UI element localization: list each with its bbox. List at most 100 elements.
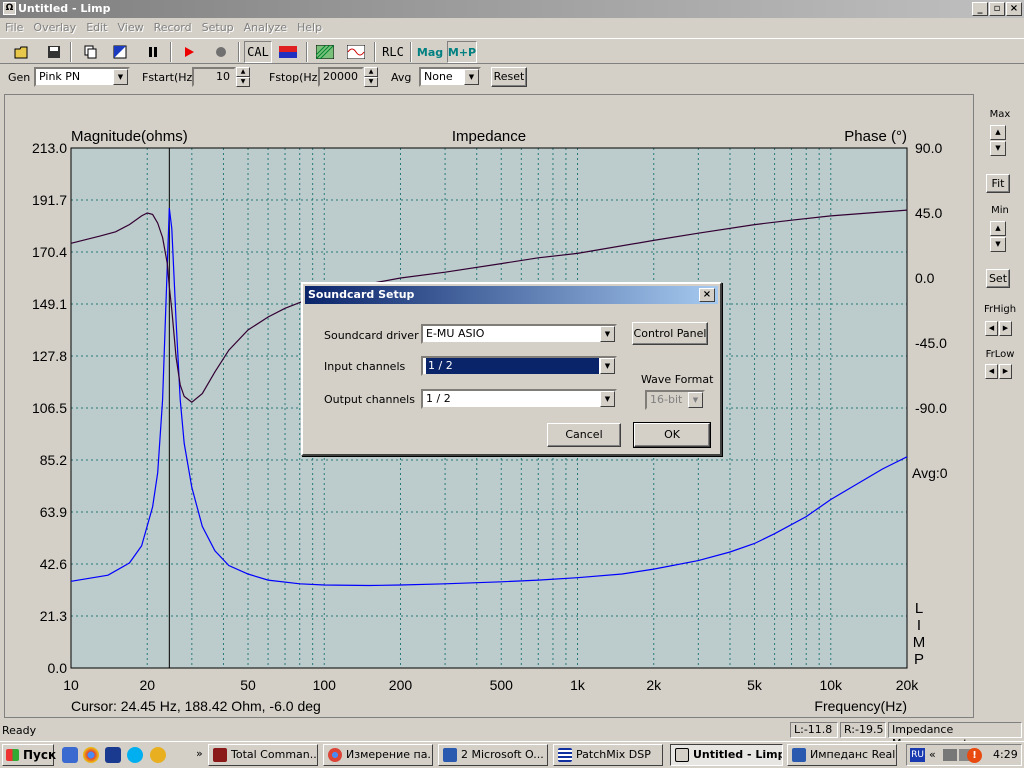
menu-view[interactable]: View [113, 19, 149, 37]
avg-select[interactable]: None ▼ [419, 67, 481, 87]
mag-button[interactable]: Mag [416, 41, 444, 63]
dialog-title-bar: Soundcard Setup × [305, 286, 718, 304]
output-channels-select[interactable]: 1 / 2 ▼ [421, 389, 617, 409]
reset-button[interactable]: Reset [491, 67, 527, 87]
restore-button[interactable]: ▫ [989, 2, 1005, 16]
task-word-impedance[interactable]: Импеданс Real... [787, 744, 897, 766]
dropdown-arrow-icon: ▼ [113, 69, 128, 85]
frhigh-right-button[interactable]: ▶ [999, 321, 1012, 336]
x-axis-title: Frequency(Hz) [814, 698, 907, 714]
driver-label: Soundcard driver [324, 329, 419, 342]
minimize-button[interactable]: _ [972, 2, 988, 16]
menu-overlay[interactable]: Overlay [28, 19, 81, 37]
chrome-icon[interactable] [83, 747, 99, 763]
play-button[interactable] [177, 41, 201, 63]
save-button[interactable] [42, 41, 66, 63]
menu-help[interactable]: Help [292, 19, 327, 37]
ok-button[interactable]: OK [633, 422, 711, 448]
pause-icon [149, 47, 157, 57]
start-button[interactable]: Пуск [2, 744, 56, 766]
max-label: Max [989, 109, 1011, 120]
status-bar: Ready L:-11.8 R:-19.5 Impedance Measurem… [0, 721, 1024, 750]
y2-tick-label: -45.0 [915, 335, 947, 351]
menu-analyze[interactable]: Analyze [239, 19, 292, 37]
tray-chevron-icon[interactable]: « [929, 748, 936, 761]
brand-letter: M [913, 634, 926, 651]
control-panel-button[interactable]: Control Panel [632, 322, 708, 345]
max-down-button[interactable]: ▼ [990, 141, 1006, 156]
word-icon [792, 748, 806, 762]
alert-icon[interactable]: ! [967, 748, 982, 763]
frlow-right-button[interactable]: ▶ [999, 364, 1012, 379]
wave-button[interactable] [344, 41, 368, 63]
fit-button[interactable]: Fit [986, 174, 1010, 193]
fstart-input[interactable]: 10 [192, 67, 236, 87]
y-tick-label: 21.3 [40, 608, 67, 624]
input-channels-select[interactable]: 1 / 2 ▼ [421, 356, 617, 376]
color-button[interactable] [276, 41, 300, 63]
avg-value: None [424, 70, 453, 83]
word-icon [443, 748, 457, 762]
frlow-left-button[interactable]: ◀ [985, 364, 998, 379]
y2-tick-label: 0.0 [915, 270, 935, 286]
system-tray: RU « ! 4:29 [906, 744, 1022, 766]
language-indicator[interactable]: RU [910, 748, 925, 762]
driver-select[interactable]: E-MU ASIO ▼ [421, 324, 617, 344]
copy-button[interactable] [79, 41, 103, 63]
sine-wave-icon [347, 45, 365, 59]
x-tick-label: 10 [63, 677, 79, 693]
task-patchmix[interactable]: PatchMix DSP [553, 744, 663, 766]
menu-file[interactable]: File [0, 19, 28, 37]
rlc-button[interactable]: RLC [380, 41, 406, 63]
network-icon[interactable] [943, 749, 957, 761]
wave-format-select[interactable]: 16-bit ▼ [645, 390, 705, 410]
cancel-button[interactable]: Cancel [547, 423, 621, 447]
clock-app-icon[interactable] [150, 747, 166, 763]
record-button[interactable] [209, 41, 233, 63]
y-tick-label: 42.6 [40, 556, 67, 572]
gen-value: Pink PN [39, 70, 81, 83]
menu-setup[interactable]: Setup [197, 19, 239, 37]
title-bar: Ω Untitled - Limp _ ▫ × [0, 0, 1024, 18]
status-ready: Ready [2, 724, 37, 737]
wave-format-label: Wave Format [641, 373, 714, 386]
soundcard-setup-dialog: Soundcard Setup × Soundcard driver E-MU … [301, 282, 722, 456]
pause-button[interactable] [141, 41, 165, 63]
fstop-input[interactable]: 20000 [318, 67, 364, 87]
task-label: Измерение па... [346, 748, 433, 761]
set-button[interactable]: Set [986, 269, 1010, 288]
dialog-close-button[interactable]: × [699, 288, 715, 302]
frhigh-left-button[interactable]: ◀ [985, 321, 998, 336]
desktop-icon[interactable] [62, 747, 78, 763]
save-icon[interactable] [105, 747, 121, 763]
max-up-button[interactable]: ▲ [990, 125, 1006, 140]
task-word[interactable]: 2 Microsoft O... [438, 744, 548, 766]
fstop-stepper[interactable]: ▲ ▼ [364, 67, 378, 87]
quicklaunch-chevron-icon[interactable]: » [196, 747, 203, 760]
skype-icon[interactable] [127, 747, 143, 763]
mag-phase-button[interactable]: M+P [447, 41, 477, 63]
menu-record[interactable]: Record [149, 19, 197, 37]
input-channels-value: 1 / 2 [426, 358, 599, 374]
open-button[interactable] [10, 41, 34, 63]
min-down-button[interactable]: ▼ [990, 237, 1006, 252]
task-label: Total Comman... [231, 748, 318, 761]
left-axis-title: Magnitude(ohms) [71, 128, 188, 145]
dropdown-arrow-icon: ▼ [600, 391, 615, 407]
task-limp[interactable]: Untitled - Limp [670, 744, 783, 766]
task-chrome[interactable]: Измерение па... [323, 744, 433, 766]
gen-select[interactable]: Pink PN ▼ [34, 67, 130, 87]
hatch-button[interactable] [313, 41, 337, 63]
task-label: PatchMix DSP [576, 748, 651, 761]
task-total-commander[interactable]: Total Comman... [208, 744, 318, 766]
cal-button[interactable]: CAL [244, 41, 272, 63]
close-button[interactable]: × [1006, 2, 1022, 16]
x-tick-label: 500 [490, 677, 514, 693]
dropdown-arrow-icon: ▼ [600, 358, 615, 374]
overlay-button[interactable] [108, 41, 132, 63]
fstop-label: Fstop(Hz) [269, 71, 322, 84]
menu-edit[interactable]: Edit [81, 19, 112, 37]
min-up-button[interactable]: ▲ [990, 221, 1006, 236]
fstart-stepper[interactable]: ▲ ▼ [236, 67, 250, 87]
app-icon[interactable]: Ω [3, 2, 16, 15]
